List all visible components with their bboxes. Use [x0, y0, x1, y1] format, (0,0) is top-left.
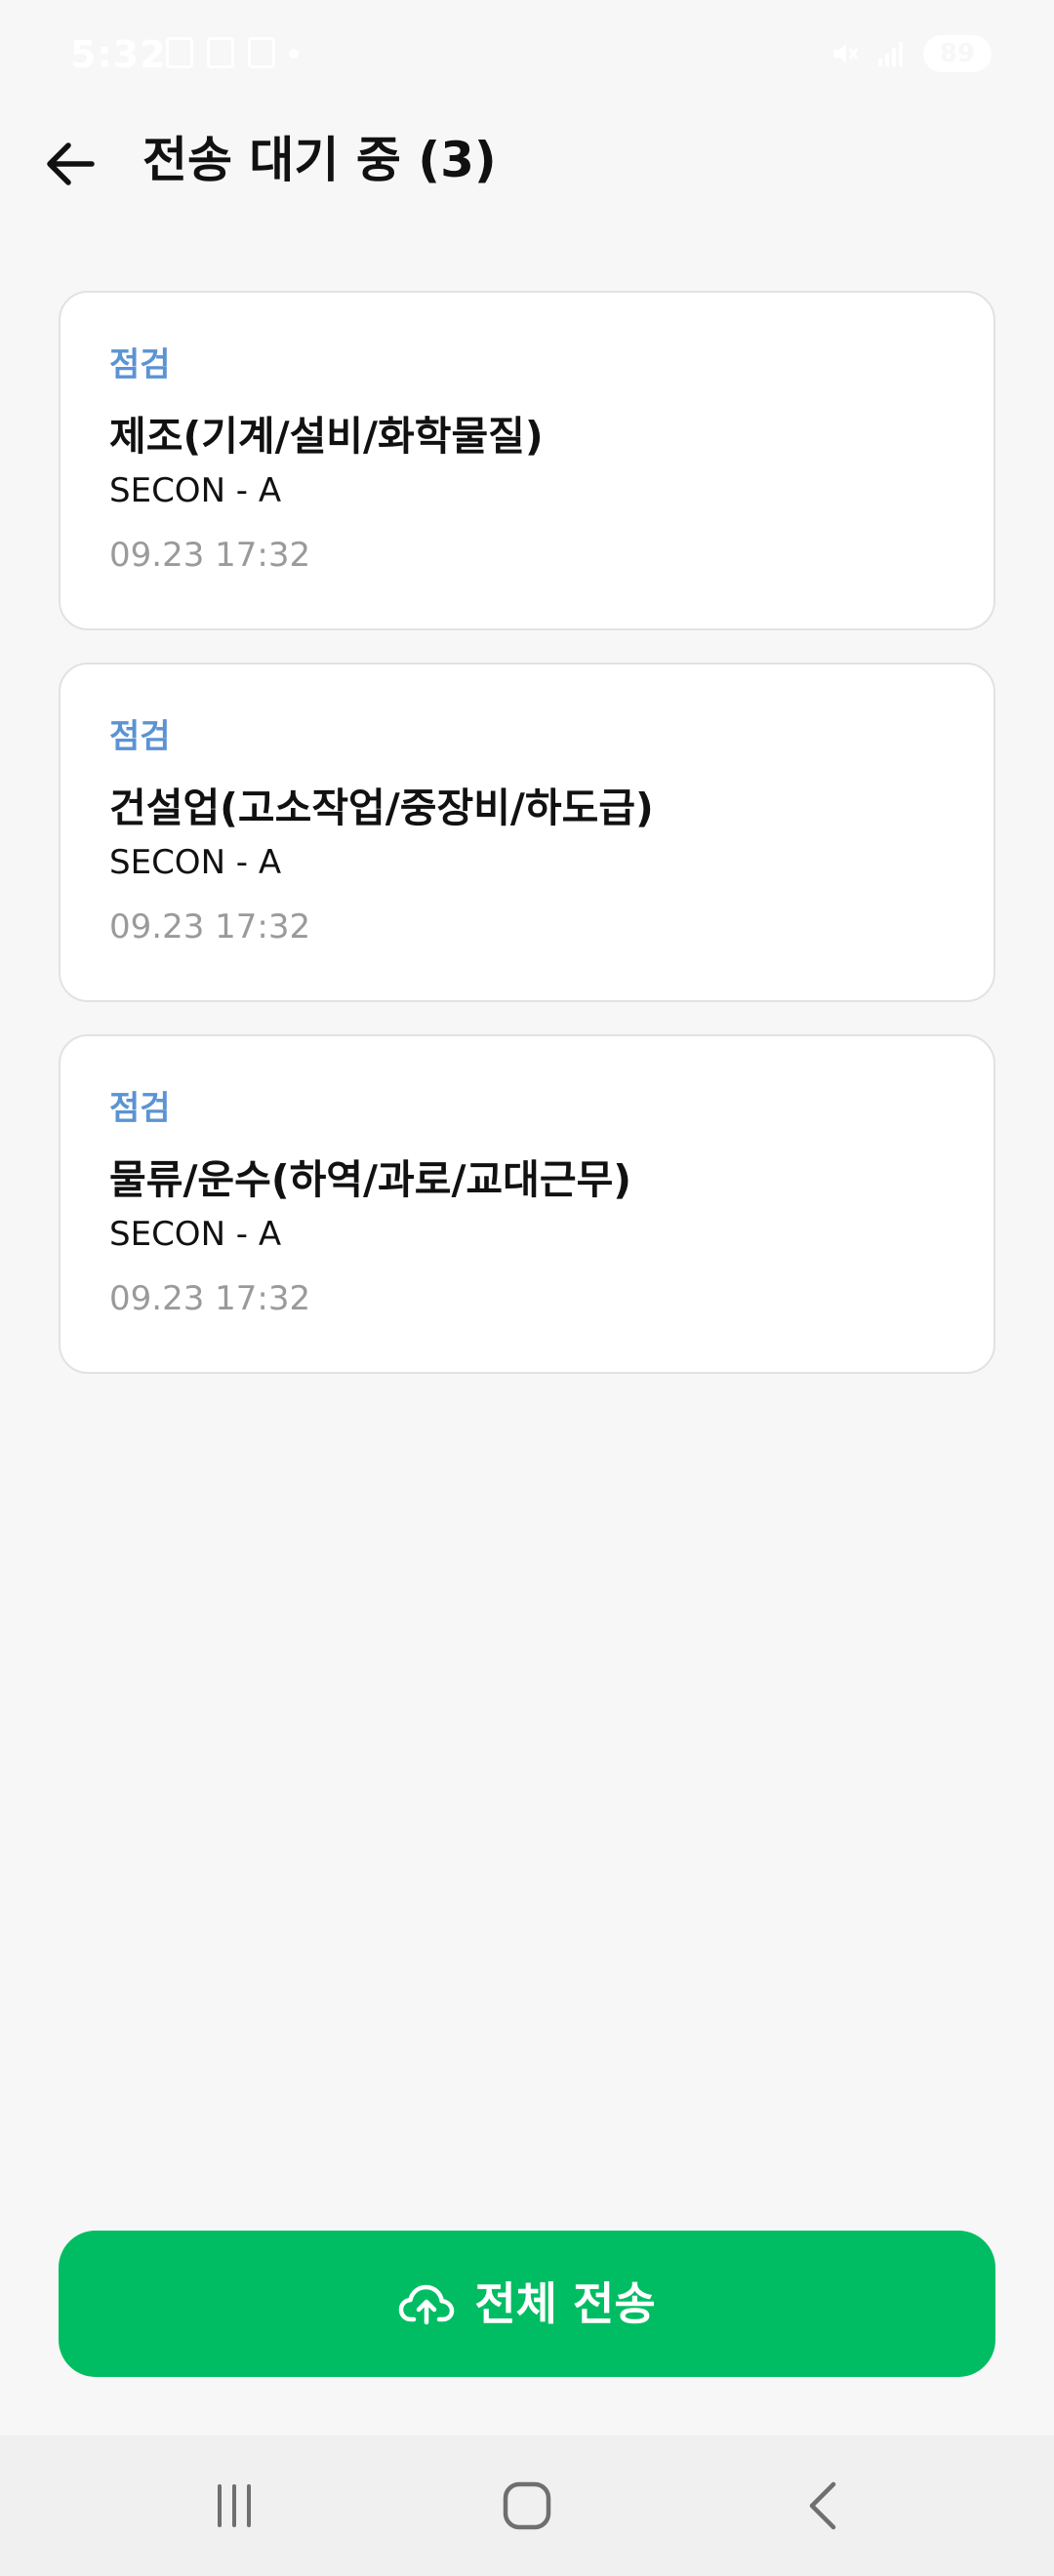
recents-icon: [218, 2484, 251, 2527]
battery-indicator: 89: [923, 35, 992, 72]
item-subtitle: SECON - A: [109, 1215, 282, 1254]
list-item[interactable]: 점검 제조(기계/설비/화학물질) SECON - A 09.23 17:32: [59, 291, 995, 630]
item-subtitle: SECON - A: [109, 843, 282, 882]
signal-icon: [878, 42, 903, 66]
notification-icon: [248, 37, 275, 68]
arrow-left-icon: [47, 142, 95, 185]
status-notification-icons: [166, 37, 299, 68]
list-item[interactable]: 점검 물류/운수(하역/과로/교대근무) SECON - A 09.23 17:…: [59, 1034, 995, 1374]
nav-back-button[interactable]: [789, 2471, 859, 2541]
more-notifications-dot-icon: [289, 49, 299, 59]
item-timestamp: 09.23 17:32: [109, 907, 311, 946]
status-time: 5:32: [70, 33, 167, 76]
nav-recents-button[interactable]: [199, 2471, 269, 2541]
home-icon: [503, 2481, 551, 2530]
item-timestamp: 09.23 17:32: [109, 536, 311, 575]
item-category: 점검: [109, 717, 171, 756]
back-button[interactable]: [37, 131, 103, 197]
item-subtitle: SECON - A: [109, 471, 282, 510]
nav-home-button[interactable]: [492, 2471, 562, 2541]
status-system-icons: 89: [830, 35, 992, 72]
item-title: 제조(기계/설비/화학물질): [109, 413, 544, 460]
cloud-upload-icon: [399, 2284, 455, 2325]
item-timestamp: 09.23 17:32: [109, 1279, 311, 1318]
send-all-label: 전체 전송: [474, 2277, 656, 2330]
page-title: 전송 대기 중 (3): [142, 132, 497, 188]
app-header: 전송 대기 중 (3): [0, 117, 1054, 207]
pending-list: 점검 제조(기계/설비/화학물질) SECON - A 09.23 17:32 …: [59, 291, 995, 1406]
status-bar: 5:32 89: [0, 0, 1054, 117]
item-title: 물류/운수(하역/과로/교대근무): [109, 1156, 632, 1203]
notification-icon: [166, 37, 193, 68]
item-category: 점검: [109, 345, 171, 384]
item-category: 점검: [109, 1089, 171, 1128]
mute-icon: [833, 44, 859, 63]
item-title: 건설업(고소작업/중장비/하도급): [109, 785, 654, 831]
chevron-left-icon: [809, 2481, 836, 2530]
notification-icon: [207, 37, 234, 68]
send-all-button[interactable]: 전체 전송: [59, 2231, 995, 2377]
list-item[interactable]: 점검 건설업(고소작업/중장비/하도급) SECON - A 09.23 17:…: [59, 663, 995, 1002]
system-navigation-bar: [0, 2435, 1054, 2576]
